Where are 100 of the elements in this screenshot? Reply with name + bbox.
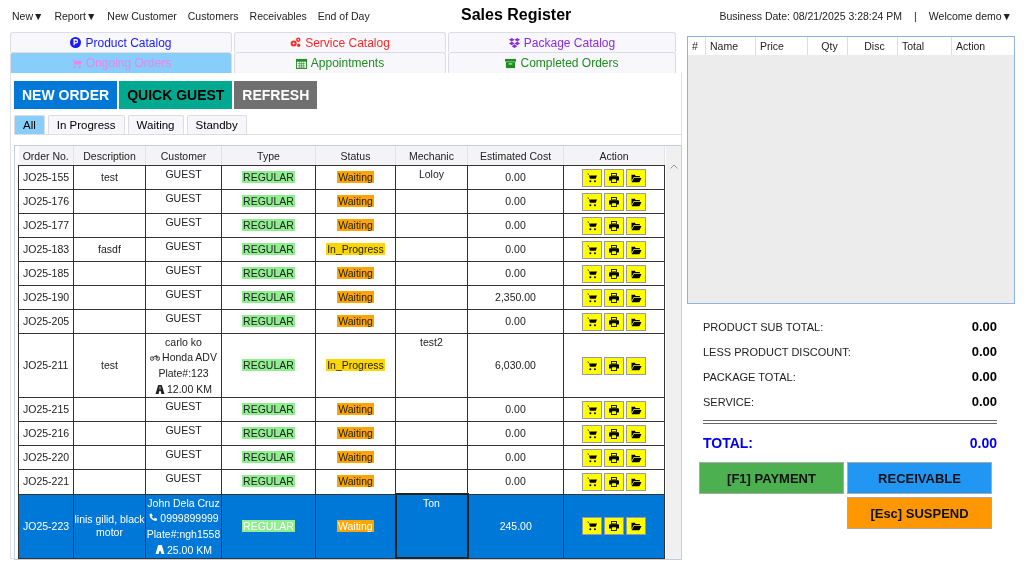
estimated-cost: 6,030.00 — [495, 359, 536, 371]
action-button[interactable]: NEW ORDER — [14, 81, 118, 109]
menu-item[interactable]: End of Day — [317, 10, 370, 22]
folder-button[interactable] — [626, 517, 646, 535]
order-number: JO25-220 — [23, 451, 70, 463]
column-header[interactable]: Price — [756, 37, 808, 55]
column-header[interactable]: Disc — [848, 37, 898, 55]
column-header[interactable]: # — [688, 37, 706, 55]
print-button[interactable] — [604, 448, 624, 467]
customer-info: Plate#:ngh1558 — [146, 526, 221, 542]
menu-item[interactable]: Report▼ — [54, 10, 97, 22]
folder-button[interactable] — [626, 168, 646, 187]
cart-button[interactable] — [582, 240, 602, 259]
customer-info: Honda ADV — [162, 350, 217, 365]
cart-button[interactable] — [582, 216, 602, 235]
status-badge: Waiting — [337, 427, 374, 439]
type-badge: REGULAR — [242, 451, 295, 463]
filter-tab[interactable]: Standby — [186, 115, 247, 134]
phone-icon — [148, 513, 159, 522]
checkout-button[interactable]: RECEIVABLE — [847, 462, 992, 494]
print-button[interactable] — [604, 168, 624, 187]
cart-button[interactable] — [582, 400, 602, 419]
folder-button[interactable] — [626, 472, 646, 491]
printer-icon — [609, 268, 619, 279]
type-badge: REGULAR — [242, 243, 295, 255]
column-header[interactable]: Description — [73, 146, 146, 166]
print-button[interactable] — [604, 312, 624, 331]
column-header[interactable]: Name — [706, 37, 756, 55]
menu-item[interactable]: Receivables — [249, 10, 307, 22]
customer-info: 12.00 KM — [167, 382, 212, 397]
action-button[interactable]: QUICK GUEST — [119, 81, 233, 109]
menu-item[interactable]: New▼ — [12, 10, 44, 22]
column-header[interactable]: Customer — [145, 146, 222, 166]
cart-icon — [587, 268, 597, 279]
print-button[interactable] — [604, 264, 624, 283]
cart-button[interactable] — [582, 517, 602, 535]
print-button[interactable] — [604, 216, 624, 235]
tab[interactable]: Product Catalog — [10, 32, 232, 52]
column-header[interactable]: Type — [221, 146, 316, 166]
scrollbar[interactable] — [666, 146, 681, 559]
tab[interactable]: Package Catalog — [448, 32, 676, 52]
print-button[interactable] — [604, 356, 624, 375]
column-header[interactable]: Status — [315, 146, 396, 166]
print-button[interactable] — [604, 424, 624, 443]
order-number: JO25-221 — [23, 475, 70, 488]
folder-button[interactable] — [626, 240, 646, 259]
column-header[interactable]: Action — [563, 146, 665, 166]
folder-button[interactable] — [626, 400, 646, 419]
column-header[interactable]: Mechanic — [395, 146, 468, 166]
checkout-button[interactable]: [Esc] SUSPEND — [847, 497, 992, 529]
folder-button[interactable] — [626, 424, 646, 443]
print-button[interactable] — [604, 400, 624, 419]
column-header[interactable]: Action — [952, 37, 1014, 55]
column-header[interactable]: Qty — [808, 37, 848, 55]
tab[interactable]: Completed Orders — [448, 52, 676, 73]
menu-item[interactable]: New Customer — [107, 10, 177, 22]
status-badge: Waiting — [337, 403, 374, 415]
menu-item[interactable]: Customers — [187, 10, 239, 22]
cart-button[interactable] — [582, 288, 602, 307]
estimated-cost: 0.00 — [505, 315, 526, 327]
folder-button[interactable] — [626, 264, 646, 283]
column-header[interactable]: Order No. — [18, 146, 74, 166]
printer-icon — [609, 196, 619, 207]
cart-button[interactable] — [582, 472, 602, 491]
folder-button[interactable] — [626, 288, 646, 307]
tab[interactable]: Service Catalog — [234, 32, 446, 52]
filter-tab[interactable]: Waiting — [127, 115, 184, 134]
print-button[interactable] — [604, 517, 624, 535]
folder-icon — [630, 244, 642, 255]
column-header[interactable]: Total — [898, 37, 952, 55]
status-badge: In_Progress — [326, 243, 385, 255]
customer-info: Plate#:123 — [158, 366, 209, 381]
description: fasdf — [98, 243, 121, 255]
checkout-button[interactable]: [F1] PAYMENT — [699, 462, 844, 494]
customer-info: 0999899999 — [160, 510, 219, 526]
column-header[interactable]: Estimated Cost — [467, 146, 564, 166]
cart-button[interactable] — [582, 312, 602, 331]
filter-tab[interactable]: All — [14, 115, 45, 134]
cart-button[interactable] — [582, 448, 602, 467]
description: test — [101, 359, 118, 371]
cart-button[interactable] — [582, 424, 602, 443]
print-button[interactable] — [604, 192, 624, 211]
cart-button[interactable] — [582, 168, 602, 187]
printer-icon — [609, 476, 619, 487]
folder-button[interactable] — [626, 216, 646, 235]
print-button[interactable] — [604, 472, 624, 491]
folder-button[interactable] — [626, 356, 646, 375]
action-button[interactable]: REFRESH — [234, 81, 318, 109]
print-button[interactable] — [604, 240, 624, 259]
filter-tab[interactable]: In Progress — [47, 115, 125, 134]
folder-button[interactable] — [626, 448, 646, 467]
user-menu[interactable]: Welcome demo▼ — [928, 10, 1012, 22]
folder-button[interactable] — [626, 312, 646, 331]
status-badge: Waiting — [337, 195, 374, 207]
print-button[interactable] — [604, 288, 624, 307]
tab[interactable]: Appointments — [234, 52, 446, 73]
cart-button[interactable] — [582, 356, 602, 375]
cart-button[interactable] — [582, 264, 602, 283]
folder-button[interactable] — [626, 192, 646, 211]
cart-button[interactable] — [582, 192, 602, 211]
